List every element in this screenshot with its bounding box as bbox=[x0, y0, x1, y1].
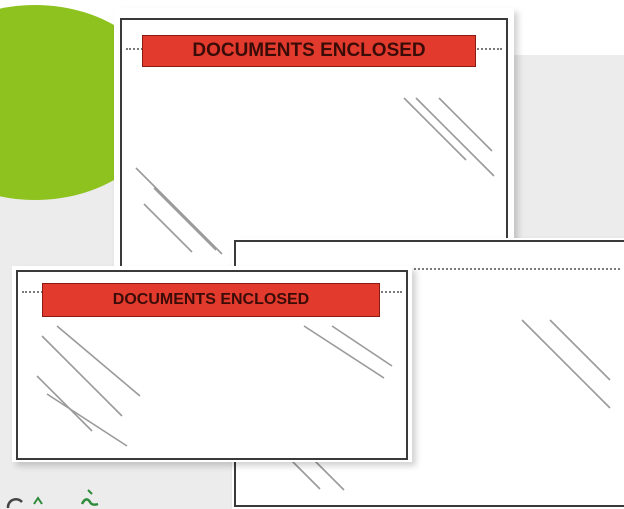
product-scene: DOCUMENTS ENCLOSED DOCUMENTS ENCLOSED bbox=[0, 0, 624, 509]
small-pouch-glare bbox=[36, 325, 393, 447]
small-pouch: DOCUMENTS ENCLOSED bbox=[12, 266, 412, 462]
large-pouch-glare bbox=[135, 97, 495, 255]
large-pouch: DOCUMENTS ENCLOSED bbox=[114, 8, 514, 272]
recycle-icon bbox=[6, 489, 99, 509]
